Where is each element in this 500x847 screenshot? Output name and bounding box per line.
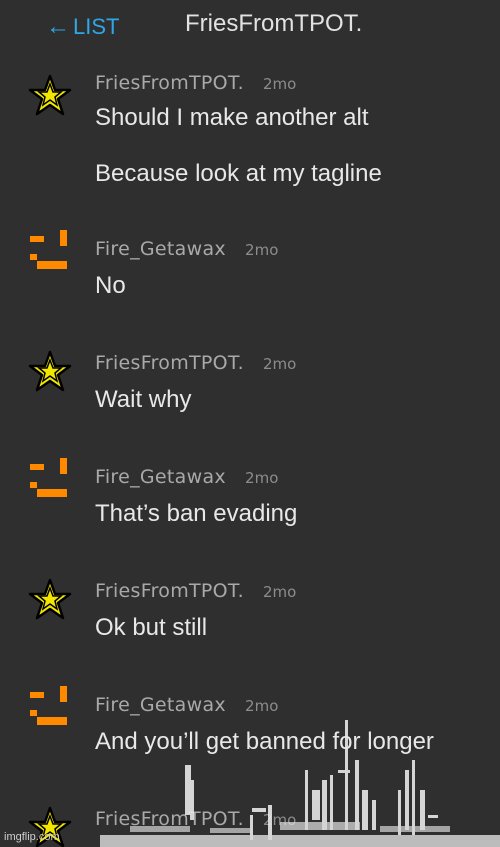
timestamp: 2mo — [263, 583, 297, 601]
message-meta: Fire_Getawax 2mo — [95, 466, 278, 488]
timestamp: 2mo — [263, 355, 297, 373]
timestamp: 2mo — [245, 697, 279, 715]
watermark: imgflip.com — [4, 831, 60, 843]
timestamp: 2mo — [245, 241, 279, 259]
timestamp: 2mo — [263, 75, 297, 93]
message-meta: FriesFromTPOT. 2mo — [95, 72, 296, 94]
username[interactable]: FriesFromTPOT. — [95, 72, 244, 94]
back-arrow-icon: ← — [46, 13, 70, 40]
chat-screen: FriesFromTPOT. 2mo Should I make another… — [0, 0, 500, 847]
message-meta: FriesFromTPOT. 2mo — [95, 808, 296, 830]
username[interactable]: FriesFromTPOT. — [95, 352, 244, 374]
message-meta: Fire_Getawax 2mo — [95, 238, 278, 260]
username[interactable]: Fire_Getawax — [95, 466, 226, 488]
star-icon[interactable] — [28, 74, 72, 118]
message-text: Should I make another alt — [95, 104, 369, 131]
message-meta: FriesFromTPOT. 2mo — [95, 580, 296, 602]
pixel-face-icon[interactable] — [28, 230, 72, 274]
message-text: No — [95, 272, 126, 299]
page-title: FriesFromTPOT. — [185, 10, 363, 37]
star-icon[interactable] — [28, 578, 72, 622]
username[interactable]: FriesFromTPOT. — [95, 808, 244, 830]
username[interactable]: Fire_Getawax — [95, 694, 226, 716]
message-text: Ok but still — [95, 614, 208, 641]
message-meta: FriesFromTPOT. 2mo — [95, 352, 296, 374]
message-list[interactable]: FriesFromTPOT. 2mo Should I make another… — [0, 0, 500, 847]
message-text: And you’ll get banned for longer — [95, 728, 434, 755]
back-label: LIST — [73, 14, 120, 39]
back-button[interactable]: ← LIST — [46, 12, 119, 42]
username[interactable]: Fire_Getawax — [95, 238, 226, 260]
message-text: Wait why — [95, 386, 192, 413]
pixel-face-icon[interactable] — [28, 686, 72, 730]
timestamp: 2mo — [245, 469, 279, 487]
star-icon[interactable] — [28, 350, 72, 394]
message-text: That’s ban evading — [95, 500, 298, 527]
username[interactable]: FriesFromTPOT. — [95, 580, 244, 602]
pixel-face-icon[interactable] — [28, 458, 72, 502]
timestamp: 2mo — [263, 811, 297, 829]
message-meta: Fire_Getawax 2mo — [95, 694, 278, 716]
nav-header: ← LIST FriesFromTPOT. — [0, 0, 500, 62]
message-text: Because look at my tagline — [95, 160, 382, 187]
